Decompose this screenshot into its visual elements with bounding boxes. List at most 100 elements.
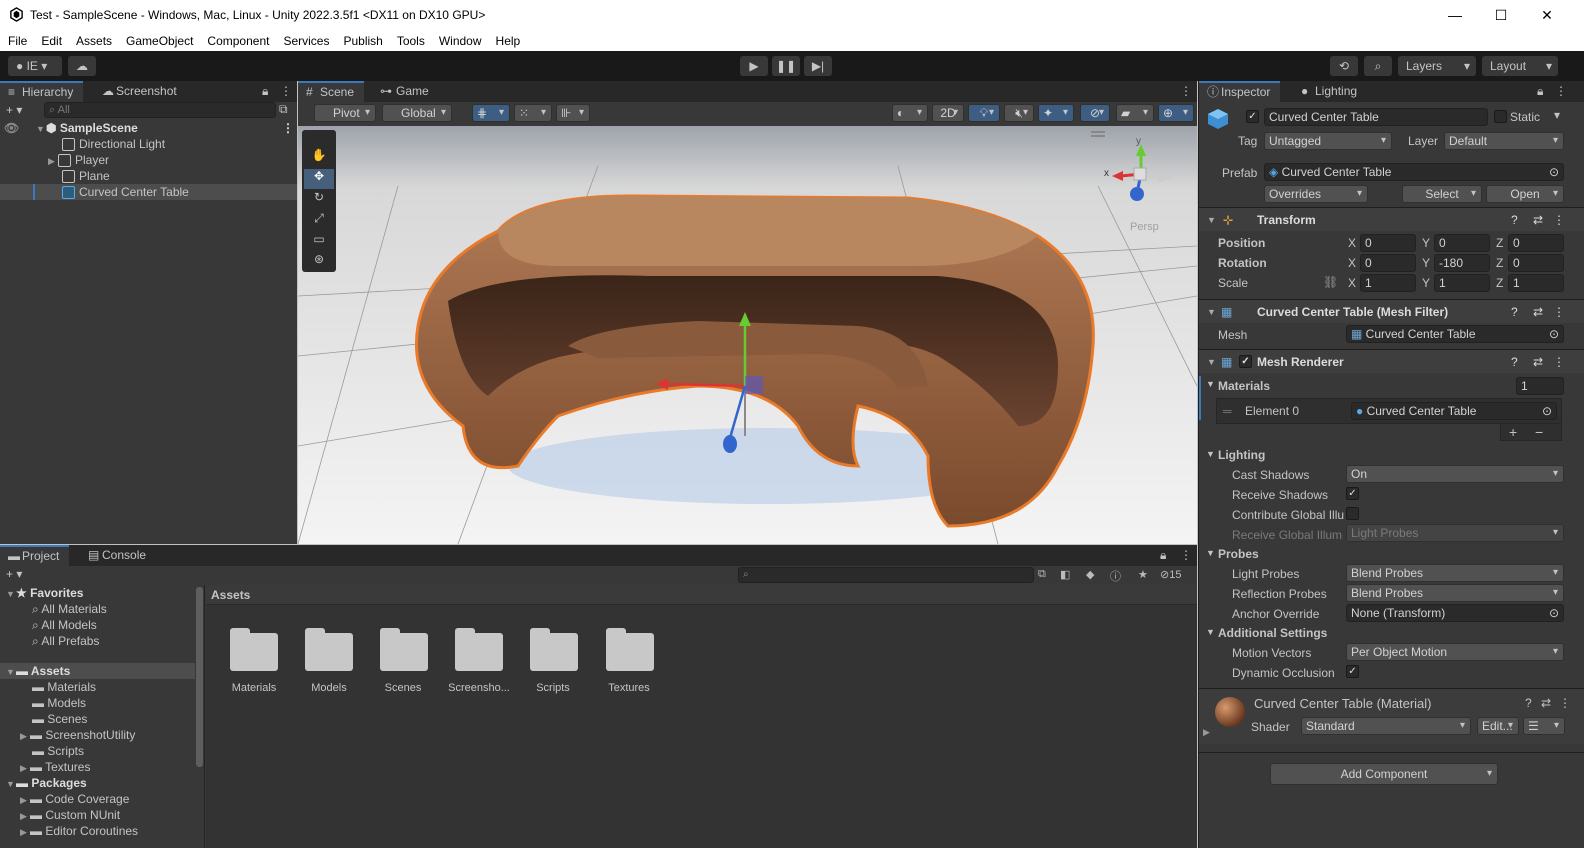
more-icon[interactable]: ⋮ — [1555, 84, 1567, 98]
probes-section-label[interactable]: Probes — [1218, 547, 1259, 561]
help-icon[interactable]: ? — [1511, 350, 1518, 374]
hidden-packages-icon[interactable]: ⊘15 — [1160, 568, 1181, 581]
rotation-y-input[interactable]: -180 — [1434, 254, 1490, 272]
search-options-icon[interactable]: ⧉ — [1038, 568, 1046, 581]
gizmos-dropdown[interactable]: ⊕ — [1158, 104, 1194, 122]
layers-dropdown[interactable]: Layers ▾ — [1398, 56, 1476, 76]
more-icon[interactable]: ⋮ — [1180, 84, 1192, 98]
mesh-filter-header[interactable]: ▼ ▦ Curved Center Table (Mesh Filter) ? … — [1199, 299, 1584, 323]
menu-publish[interactable]: Publish — [343, 31, 382, 51]
tab-lighting[interactable]: ● Lighting — [1293, 81, 1367, 102]
dynamic-occlusion-checkbox[interactable]: ✓ — [1346, 665, 1359, 678]
mesh-field[interactable]: ▦ Curved Center Table ⊙ — [1346, 325, 1564, 343]
list-item[interactable]: ▬ Scenes — [0, 711, 195, 727]
filter-log-icon[interactable]: ⓘ — [1110, 568, 1121, 584]
folder-icon[interactable] — [305, 628, 353, 671]
step-button[interactable]: ▶| — [804, 56, 832, 76]
hand-tool-icon[interactable]: ✋ — [304, 148, 334, 168]
list-item[interactable]: Plane — [0, 168, 297, 184]
add-element-button[interactable]: + — [1509, 424, 1517, 440]
list-item[interactable]: ▶ ▬ Editor Coroutines — [0, 823, 195, 839]
add-component-button[interactable]: Add Component — [1270, 763, 1498, 785]
project-search-input[interactable]: ⌕ — [738, 567, 1034, 583]
expand-arrow-icon[interactable]: ▼ — [1207, 300, 1216, 324]
history-button[interactable]: ⟲ — [1330, 56, 1358, 76]
light-probes-dropdown[interactable]: Blend Probes — [1346, 564, 1564, 582]
move-tool-icon[interactable]: ✥ — [304, 169, 334, 189]
target-icon[interactable]: ⊙ — [1549, 164, 1559, 180]
shader-options-button[interactable]: ☰ — [1523, 717, 1565, 735]
more-icon[interactable]: ⋮ — [1553, 208, 1565, 232]
position-y-input[interactable]: 0 — [1434, 234, 1490, 252]
transform-header[interactable]: ▼ ⊹ Transform ? ⇄ ⋮ — [1199, 207, 1584, 231]
lighting-section-label[interactable]: Lighting — [1218, 448, 1265, 462]
folder-icon[interactable] — [455, 628, 503, 671]
tab-project[interactable]: ▬ Project — [0, 545, 70, 566]
target-icon[interactable]: ⊙ — [1549, 326, 1559, 342]
help-icon[interactable]: ? — [1511, 208, 1518, 232]
more-icon[interactable]: ⋮ — [1553, 300, 1565, 324]
more-icon[interactable]: ⋮ — [1559, 696, 1571, 710]
target-icon[interactable]: ⊙ — [1542, 403, 1552, 419]
link-scale-icon[interactable]: ⛓ — [1323, 275, 1338, 289]
filter-type-icon[interactable]: ◧ — [1060, 568, 1070, 581]
expand-arrow-icon[interactable]: ▼ — [1206, 627, 1215, 637]
scale-y-input[interactable]: 1 — [1434, 274, 1490, 292]
maximize-button[interactable]: ☐ — [1478, 0, 1524, 31]
tab-scene[interactable]: # Scene — [298, 81, 365, 102]
rotation-x-input[interactable]: 0 — [1360, 254, 1416, 272]
search-button[interactable]: ⌕ — [1364, 56, 1392, 76]
play-button[interactable]: ▶ — [740, 56, 768, 76]
lock-icon[interactable]: 🔒︎ — [262, 84, 268, 99]
create-asset-button[interactable]: + ▾ — [6, 567, 22, 581]
presets-icon[interactable]: ⇄ — [1541, 696, 1551, 710]
search-filter-icon[interactable]: ⧉ — [279, 102, 288, 117]
scrollbar[interactable] — [196, 587, 203, 767]
menu-help[interactable]: Help — [496, 31, 521, 51]
cloud-button[interactable]: ☁ — [68, 56, 96, 76]
motion-vectors-dropdown[interactable]: Per Object Motion — [1346, 643, 1564, 661]
list-item[interactable]: ▶ ▬ Code Coverage — [0, 791, 195, 807]
lock-icon[interactable]: 🔒︎ — [1537, 84, 1543, 99]
active-checkbox[interactable]: ✓ — [1246, 110, 1259, 123]
expand-arrow-icon[interactable]: ▶ — [20, 792, 30, 808]
favorites-row[interactable]: ▼★ Favorites — [0, 585, 195, 601]
receive-shadows-checkbox[interactable]: ✓ — [1346, 487, 1359, 500]
position-x-input[interactable]: 0 — [1360, 234, 1416, 252]
mesh-renderer-header[interactable]: ▼ ▦ ✓ Mesh Renderer ? ⇄ ⋮ — [1199, 349, 1584, 373]
folder-icon[interactable] — [606, 628, 654, 671]
list-item[interactable]: ▬ Models — [0, 695, 195, 711]
menu-edit[interactable]: Edit — [41, 31, 62, 51]
expand-arrow-icon[interactable]: ▶ — [20, 760, 30, 776]
more-icon[interactable]: ⋮ — [282, 120, 294, 136]
folder-icon[interactable] — [530, 628, 578, 671]
audio-toggle[interactable]: 🔇︎ — [1004, 104, 1034, 122]
reflection-probes-dropdown[interactable]: Blend Probes — [1346, 584, 1564, 602]
scale-z-input[interactable]: 1 — [1508, 274, 1564, 292]
materials-count-input[interactable]: 1 — [1516, 377, 1564, 395]
tab-inspector[interactable]: ⓘ Inspector — [1199, 81, 1281, 102]
breadcrumb-assets[interactable]: Assets — [211, 588, 250, 602]
hierarchy-scene-row[interactable]: 👁︎ ▼⬢ SampleScene ⋮ — [0, 120, 297, 136]
account-dropdown[interactable]: ● IE ▾ — [8, 56, 62, 76]
contribute-gi-checkbox[interactable] — [1346, 507, 1359, 520]
expand-arrow-icon[interactable]: ▼ — [6, 586, 16, 602]
remove-element-button[interactable]: − — [1535, 424, 1543, 440]
favorite-star-icon[interactable]: ★ — [1138, 568, 1148, 581]
folder-icon[interactable] — [380, 628, 428, 671]
list-item[interactable]: Curved Center Table — [0, 184, 297, 200]
help-icon[interactable]: ? — [1525, 696, 1532, 710]
scale-tool-icon[interactable]: ⤢ — [304, 211, 334, 231]
materials-label[interactable]: Materials — [1218, 379, 1270, 393]
mesh-renderer-enabled-checkbox[interactable]: ✓ — [1239, 355, 1252, 368]
target-icon[interactable]: ⊙ — [1549, 605, 1559, 621]
menu-component[interactable]: Component — [207, 31, 269, 51]
menu-services[interactable]: Services — [283, 31, 329, 51]
layout-dropdown[interactable]: Layout ▾ — [1482, 56, 1558, 76]
assets-row[interactable]: ▼▬ Assets — [0, 663, 195, 679]
menu-tools[interactable]: Tools — [397, 31, 425, 51]
increment-snap-toggle[interactable]: ⊪ — [556, 104, 590, 122]
rect-tool-icon[interactable]: ▭ — [304, 232, 334, 252]
expand-arrow-icon[interactable]: ▼ — [36, 121, 46, 137]
tab-console[interactable]: ▤ Console — [80, 545, 156, 566]
